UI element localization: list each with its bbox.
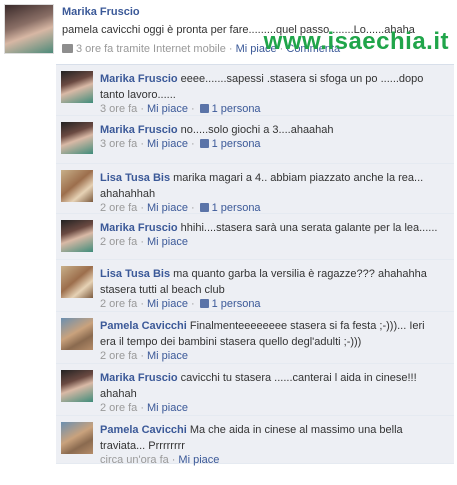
thumbs-up-icon <box>199 203 209 212</box>
comment-meta: 2 ore fa · Mi piace · 1 persona <box>100 298 261 310</box>
comment-time[interactable]: circa un'ora fa <box>100 454 169 466</box>
comment-author[interactable]: Pamela Cavicchi <box>100 320 187 332</box>
comment-text: marika magari a 4.. abbiam piazzato anch… <box>173 172 424 184</box>
comment-author[interactable]: Marika Fruscio <box>100 73 178 85</box>
comment-item: Lisa Tusa Bis marika magari a 4.. abbiam … <box>56 164 454 214</box>
comment-meta: 3 ore fa · Mi piace · 1 persona <box>100 138 261 150</box>
comment-like-link[interactable]: Mi piace <box>147 138 188 150</box>
comment-avatar[interactable] <box>61 266 93 298</box>
separator: · <box>140 402 144 414</box>
comment-avatar[interactable] <box>61 220 93 252</box>
comment-body: Marika Fruscio hhihi....stasera sarà una … <box>100 220 448 236</box>
comment-time[interactable]: 3 ore fa <box>100 103 137 115</box>
comment-text: era il tempo dei bambini stasera quello … <box>100 336 362 348</box>
separator: · <box>190 298 195 310</box>
thumbs-up-icon <box>199 104 209 113</box>
comment-time[interactable]: 2 ore fa <box>100 202 137 214</box>
mobile-icon <box>62 44 73 53</box>
comment-text: Finalmenteeeeeeee stasera si fa festa ;-… <box>189 320 425 332</box>
watermark: www.isaechia.it <box>263 28 449 55</box>
comment-body: Pamela Cavicchi Ma che aida in cinese al … <box>100 422 448 454</box>
comment-like-count[interactable]: 1 persona <box>212 202 261 214</box>
comment-text: ahahahhah <box>100 188 156 200</box>
separator: · <box>140 103 144 115</box>
comment-author[interactable]: Pamela Cavicchi <box>100 424 187 436</box>
separator: · <box>228 43 233 55</box>
comment-text: no.....solo giochi a 3....ahaahah <box>180 124 334 136</box>
comment-time[interactable]: 2 ore fa <box>100 402 137 414</box>
comment-item: Pamela Cavicchi Ma che aida in cinese al … <box>56 416 454 466</box>
comment-like-link[interactable]: Mi piace <box>147 298 188 310</box>
comment-like-link[interactable]: Mi piace <box>178 454 219 466</box>
comment-avatar[interactable] <box>61 318 93 350</box>
comment-author[interactable]: Marika Fruscio <box>100 124 178 136</box>
post-author-avatar[interactable] <box>4 4 54 54</box>
comment-like-link[interactable]: Mi piace <box>147 103 188 115</box>
post-time[interactable]: 3 ore fa <box>76 43 113 55</box>
separator: · <box>140 202 144 214</box>
comment-body: Lisa Tusa Bis ma quanto garba la versilia… <box>100 266 448 298</box>
comment-meta: 2 ore fa · Mi piace <box>100 350 188 362</box>
comment-text: tanto lavoro...... <box>100 89 176 101</box>
comment-time[interactable]: 2 ore fa <box>100 236 137 248</box>
comment-text: cavicchi tu stasera ......canterai l aid… <box>180 372 417 384</box>
comment-text: hhihi....stasera sarà una serata galante… <box>180 222 438 234</box>
comment-text: ma quanto garba la versilia è ragazze???… <box>173 268 427 280</box>
comment-text: stasera tutti al beach club <box>100 284 225 296</box>
separator: · <box>190 103 195 115</box>
comment-like-link[interactable]: Mi piace <box>147 202 188 214</box>
comment-like-count[interactable]: 1 persona <box>212 103 261 115</box>
comment-like-count[interactable]: 1 persona <box>212 298 261 310</box>
comment-like-link[interactable]: Mi piace <box>147 350 188 362</box>
comment-like-count[interactable]: 1 persona <box>212 138 261 150</box>
comment-avatar[interactable] <box>61 71 93 103</box>
comment-avatar[interactable] <box>61 422 93 454</box>
separator: · <box>140 138 144 150</box>
comment-item: Marika Fruscio eeee.......sapessi .staser… <box>56 64 454 116</box>
comment-like-link[interactable]: Mi piace <box>147 402 188 414</box>
comment-item: Marika Fruscio hhihi....stasera sarà una … <box>56 214 454 260</box>
comment-time[interactable]: 3 ore fa <box>100 138 137 150</box>
comment-body: Marika Fruscio no.....solo giochi a 3....… <box>100 122 448 138</box>
comment-text: traviata... Prrrrrrrr <box>100 440 185 452</box>
comment-author[interactable]: Marika Fruscio <box>100 222 178 234</box>
comment-avatar[interactable] <box>61 170 93 202</box>
comment-meta: 2 ore fa · Mi piace · 1 persona <box>100 202 261 214</box>
separator: · <box>190 202 195 214</box>
comment-avatar[interactable] <box>61 370 93 402</box>
thumbs-up-icon <box>199 139 209 148</box>
post-author-name[interactable]: Marika Fruscio <box>62 6 140 18</box>
comment-text: eeee.......sapessi .stasera si sfoga un … <box>180 73 424 85</box>
comment-list: Marika Fruscio eeee.......sapessi .staser… <box>56 64 454 466</box>
separator: · <box>140 350 144 362</box>
comment-body: Marika Fruscio eeee.......sapessi .staser… <box>100 71 448 103</box>
post-via: tramite Internet mobile <box>116 43 226 55</box>
comment-body: Pamela Cavicchi Finalmenteeeeeeee stasera… <box>100 318 448 350</box>
comment-body: Lisa Tusa Bis marika magari a 4.. abbiam … <box>100 170 448 202</box>
comment-item: Marika Fruscio cavicchi tu stasera ......… <box>56 364 454 416</box>
separator: · <box>171 454 176 466</box>
comment-meta: 2 ore fa · Mi piace <box>100 236 188 248</box>
comment-body: Marika Fruscio cavicchi tu stasera ......… <box>100 370 448 402</box>
comment-meta: 3 ore fa · Mi piace · 1 persona <box>100 103 261 115</box>
comment-author[interactable]: Marika Fruscio <box>100 372 178 384</box>
comment-time[interactable]: 2 ore fa <box>100 298 137 310</box>
comment-avatar[interactable] <box>61 122 93 154</box>
comment-author[interactable]: Lisa Tusa Bis <box>100 172 170 184</box>
comment-text: Ma che aida in cinese al massimo una bel… <box>189 424 403 436</box>
separator: · <box>140 236 144 248</box>
comment-item: Lisa Tusa Bis ma quanto garba la versilia… <box>56 260 454 312</box>
comment-item: Marika Fruscio no.....solo giochi a 3....… <box>56 116 454 164</box>
thumbs-up-icon <box>199 299 209 308</box>
comment-meta: 2 ore fa · Mi piace <box>100 402 188 414</box>
comment-like-link[interactable]: Mi piace <box>147 236 188 248</box>
comment-item: Pamela Cavicchi Finalmenteeeeeeee stasera… <box>56 312 454 364</box>
comment-author[interactable]: Lisa Tusa Bis <box>100 268 170 280</box>
comment-meta: circa un'ora fa · Mi piace <box>100 454 219 466</box>
comment-text: ahahah <box>100 388 137 400</box>
separator: · <box>140 298 144 310</box>
separator: · <box>190 138 195 150</box>
status-post: Marika Fruscio pamela cavicchi oggi è pr… <box>0 0 457 62</box>
comment-time[interactable]: 2 ore fa <box>100 350 137 362</box>
